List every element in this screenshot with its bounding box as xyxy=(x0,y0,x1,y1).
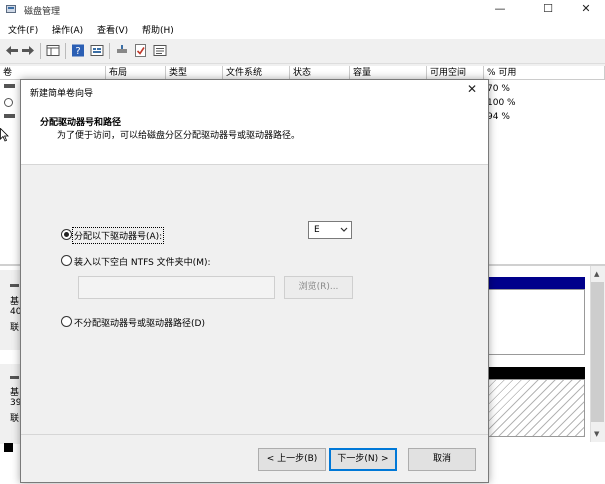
disk-icon xyxy=(10,376,19,379)
wizard-step-description: 为了便于访问，可以给磁盘分区分配驱动器号或驱动器路径。 xyxy=(57,131,301,141)
cd-drive-icon xyxy=(4,98,13,107)
col-type[interactable]: 类型 xyxy=(166,66,223,80)
col-free-space[interactable]: 可用空间 xyxy=(427,66,484,80)
drive-letter-combobox[interactable]: E xyxy=(308,221,352,239)
col-status[interactable]: 状态 xyxy=(290,66,350,80)
menu-file[interactable]: 文件(F) xyxy=(8,23,38,36)
back-button[interactable]: < 上一步(B) xyxy=(258,448,326,471)
col-percent-free[interactable]: % 可用 xyxy=(484,66,605,80)
help-icon[interactable]: ? xyxy=(71,44,85,57)
scroll-up-icon[interactable]: ▲ xyxy=(594,270,599,278)
next-button[interactable]: 下一步(N) > xyxy=(329,448,397,471)
mount-folder-label[interactable]: 装入以下空白 NTFS 文件夹中(M): xyxy=(74,255,211,268)
menu-view[interactable]: 查看(V) xyxy=(97,23,128,36)
radio-no-drive-letter[interactable] xyxy=(61,316,72,327)
col-capacity[interactable]: 容量 xyxy=(350,66,427,80)
console-tree-icon[interactable] xyxy=(46,44,60,57)
unallocated-space-block[interactable] xyxy=(487,379,585,437)
volume-percent-free: 70 % xyxy=(487,84,510,94)
disk-1-status: 联 xyxy=(10,414,20,424)
browse-button[interactable]: 浏览(R)... xyxy=(284,276,353,299)
folder-path-input[interactable] xyxy=(78,276,275,299)
wizard-step-title: 分配驱动器号和路径 xyxy=(40,118,122,128)
dialog-title-bar: 新建简单卷向导 ✕ xyxy=(21,80,488,102)
settings-list-icon[interactable] xyxy=(153,44,167,57)
partition-primary-bar xyxy=(487,277,585,289)
dialog-title: 新建简单卷向导 xyxy=(30,89,94,99)
radio-selected-dot xyxy=(64,232,69,237)
col-filesystem[interactable]: 文件系统 xyxy=(223,66,290,80)
menu-action[interactable]: 操作(A) xyxy=(52,23,83,36)
disk-icon xyxy=(10,284,19,287)
volume-percent-free: 100 % xyxy=(487,98,516,108)
volume-percent-free: 94 % xyxy=(487,112,510,122)
close-window-button[interactable]: ✕ xyxy=(566,0,605,19)
legend-unallocated-swatch xyxy=(4,443,13,452)
svg-text:?: ? xyxy=(75,46,80,57)
unallocated-bar xyxy=(487,367,585,379)
mouse-cursor-icon xyxy=(0,128,9,142)
wizard-header: 分配驱动器号和路径 为了便于访问，可以给磁盘分区分配驱动器号或驱动器路径。 xyxy=(21,102,488,165)
disk-0-label: 基 xyxy=(10,297,20,307)
disk-management-icon xyxy=(6,5,16,13)
radio-mount-folder[interactable] xyxy=(61,255,72,266)
chevron-down-icon xyxy=(340,227,348,232)
check-icon[interactable] xyxy=(134,44,148,57)
forward-arrow-icon[interactable] xyxy=(21,44,35,57)
window-title: 磁盘管理 xyxy=(24,7,61,17)
volume-drive-icon xyxy=(4,114,15,118)
radio-assign-drive-letter[interactable] xyxy=(61,229,72,240)
footer-separator xyxy=(21,434,488,435)
minimize-button[interactable]: — xyxy=(480,0,520,19)
drive-letter-value: E xyxy=(314,225,320,235)
no-drive-letter-label[interactable]: 不分配驱动器号或驱动器路径(D) xyxy=(74,316,205,329)
menu-bar xyxy=(0,19,605,39)
scroll-down-icon[interactable]: ▼ xyxy=(594,430,599,438)
cancel-button[interactable]: 取消 xyxy=(408,448,476,471)
disk-1-label: 基 xyxy=(10,388,20,398)
menu-help[interactable]: 帮助(H) xyxy=(142,23,174,36)
title-bar: 磁盘管理 — ☐ ✕ xyxy=(0,0,605,19)
back-arrow-icon[interactable] xyxy=(5,44,19,57)
volume-drive-icon xyxy=(4,84,15,88)
col-volume[interactable]: 卷 xyxy=(0,66,106,80)
connect-disk-icon[interactable] xyxy=(115,44,129,57)
assign-drive-letter-label[interactable]: 分配以下驱动器号(A): xyxy=(71,227,165,244)
dialog-close-icon[interactable]: ✕ xyxy=(467,82,477,96)
maximize-button[interactable]: ☐ xyxy=(528,0,568,19)
disk-0-status: 联 xyxy=(10,323,20,333)
properties-icon[interactable] xyxy=(90,44,104,57)
new-simple-volume-wizard: 新建简单卷向导 ✕ 分配驱动器号和路径 为了便于访问，可以给磁盘分区分配驱动器号… xyxy=(20,79,489,483)
partition-block[interactable] xyxy=(487,289,585,355)
col-layout[interactable]: 布局 xyxy=(106,66,166,80)
scrollbar-thumb[interactable] xyxy=(591,282,604,422)
